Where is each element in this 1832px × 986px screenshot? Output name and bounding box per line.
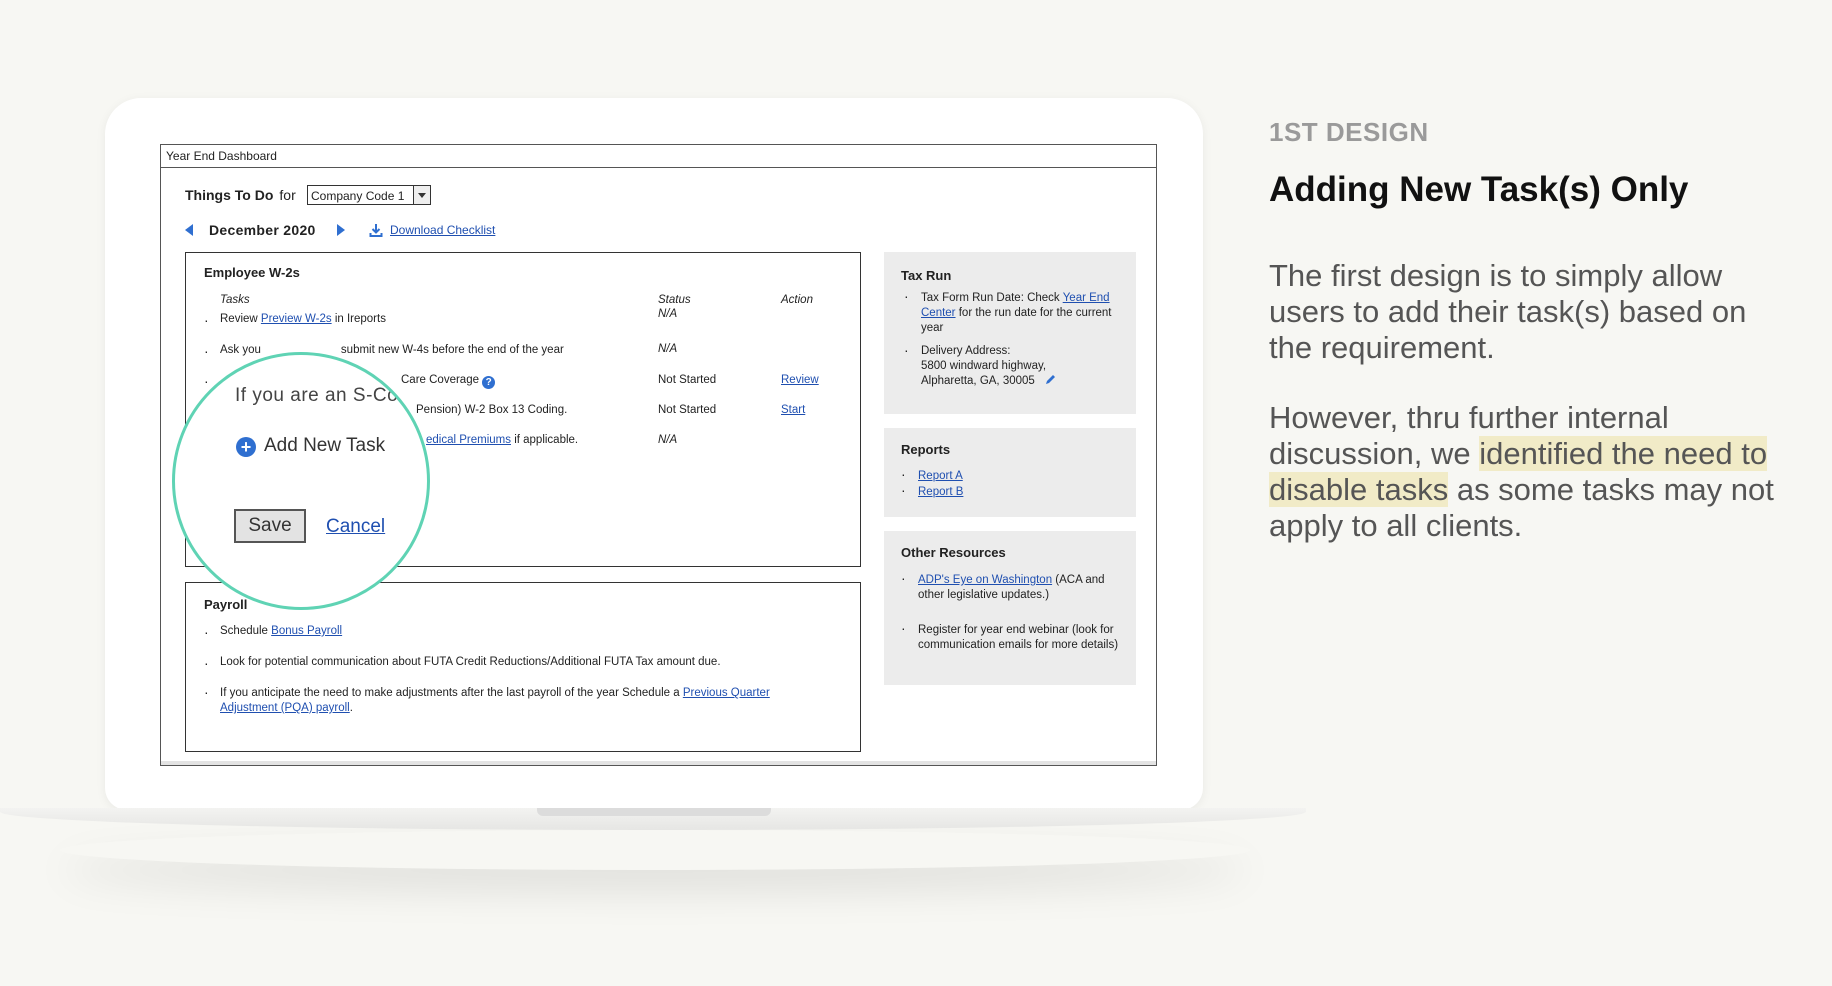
laptop-notch	[537, 808, 771, 816]
next-month-icon[interactable]	[337, 224, 345, 236]
medical-premiums-link[interactable]: edical Premiums	[426, 434, 511, 446]
design-kicker: 1ST DESIGN	[1269, 117, 1429, 147]
col-status: Status	[658, 294, 691, 306]
report-b-link[interactable]: Report B	[918, 485, 1128, 500]
design-paragraph-2: However, thru further internal discussio…	[1269, 400, 1774, 543]
task-row: If you anticipate the need to make adjus…	[204, 685, 820, 716]
laptop-shadow	[60, 830, 1250, 870]
save-button[interactable]: Save	[234, 509, 306, 543]
report-a-link[interactable]: Report A	[918, 469, 1128, 484]
eye-on-washington-link[interactable]: ADP's Eye on Washington	[918, 574, 1052, 586]
panel-title: Employee W-2s	[204, 265, 300, 280]
task-row: Look for potential communication about F…	[204, 655, 721, 671]
design-title: Adding New Task(s) Only	[1269, 170, 1689, 209]
other-resources-card: Other Resources · ADP's Eye on Washingto…	[884, 531, 1136, 685]
plus-circle-icon[interactable]: +	[236, 437, 256, 457]
start-link[interactable]: Start	[781, 404, 805, 416]
pencil-icon[interactable]	[1044, 374, 1056, 391]
cancel-link[interactable]: Cancel	[326, 516, 385, 538]
status: Not Started	[658, 374, 717, 386]
task-text: Pension) W-2 Box 13 Coding.	[416, 404, 568, 416]
chevron-down-icon[interactable]	[413, 186, 430, 204]
download-checklist-link[interactable]: Download Checklist	[390, 223, 495, 237]
tax-run-card: Tax Run · Tax Form Run Date: Check Year …	[884, 252, 1136, 414]
help-circle-icon[interactable]: ?	[482, 376, 496, 389]
bonus-payroll-link[interactable]: Bonus Payroll	[271, 625, 342, 637]
col-tasks: Tasks	[220, 294, 250, 306]
status: N/A	[658, 434, 678, 446]
screen-bottom-bar	[161, 761, 1156, 765]
task-row: Schedule Bonus Payroll	[204, 624, 342, 640]
things-to-do-label: Things To Do for	[185, 187, 296, 203]
window-title: Year End Dashboard	[161, 145, 1156, 168]
task-text: Care Coverage ?	[401, 374, 496, 389]
task-text: edical Premiums if applicable.	[426, 434, 579, 446]
resource-item: ADP's Eye on Washington (ACA and other l…	[918, 574, 1105, 601]
zoom-callout: If you are an S-Co + Add New Task Save C…	[172, 352, 430, 610]
preview-w2s-link[interactable]: Preview W-2s	[261, 313, 332, 325]
download-icon[interactable]	[369, 223, 383, 237]
col-action: Action	[781, 294, 813, 306]
tax-form-run-date: Tax Form Run Date: Check Year End Center…	[921, 292, 1112, 334]
card-title: Reports	[901, 442, 951, 457]
zoomed-task-text: If you are an S-Co	[235, 385, 399, 406]
design-paragraph-1: The first design is to simply allow user…	[1269, 258, 1747, 365]
reports-card: Reports · Report A · Report B	[884, 428, 1136, 517]
add-new-task-button[interactable]: Add New Task	[264, 435, 385, 457]
status: N/A	[658, 343, 678, 355]
delivery-address: Delivery Address: 5800 windward highway,…	[921, 344, 1131, 391]
prev-month-icon[interactable]	[185, 224, 193, 236]
review-link[interactable]: Review	[781, 374, 819, 386]
company-select[interactable]: Company Code 1	[307, 185, 431, 205]
status: N/A	[658, 308, 678, 320]
panel-title: Payroll	[204, 597, 248, 612]
status: Not Started	[658, 404, 717, 416]
card-title: Tax Run	[901, 268, 952, 283]
card-title: Other Resources	[901, 545, 1006, 560]
current-month: December 2020	[209, 222, 316, 238]
resource-item: Register for year end webinar (look for …	[918, 624, 1119, 651]
task-row: Review Preview W-2s in Ireports	[204, 312, 386, 328]
